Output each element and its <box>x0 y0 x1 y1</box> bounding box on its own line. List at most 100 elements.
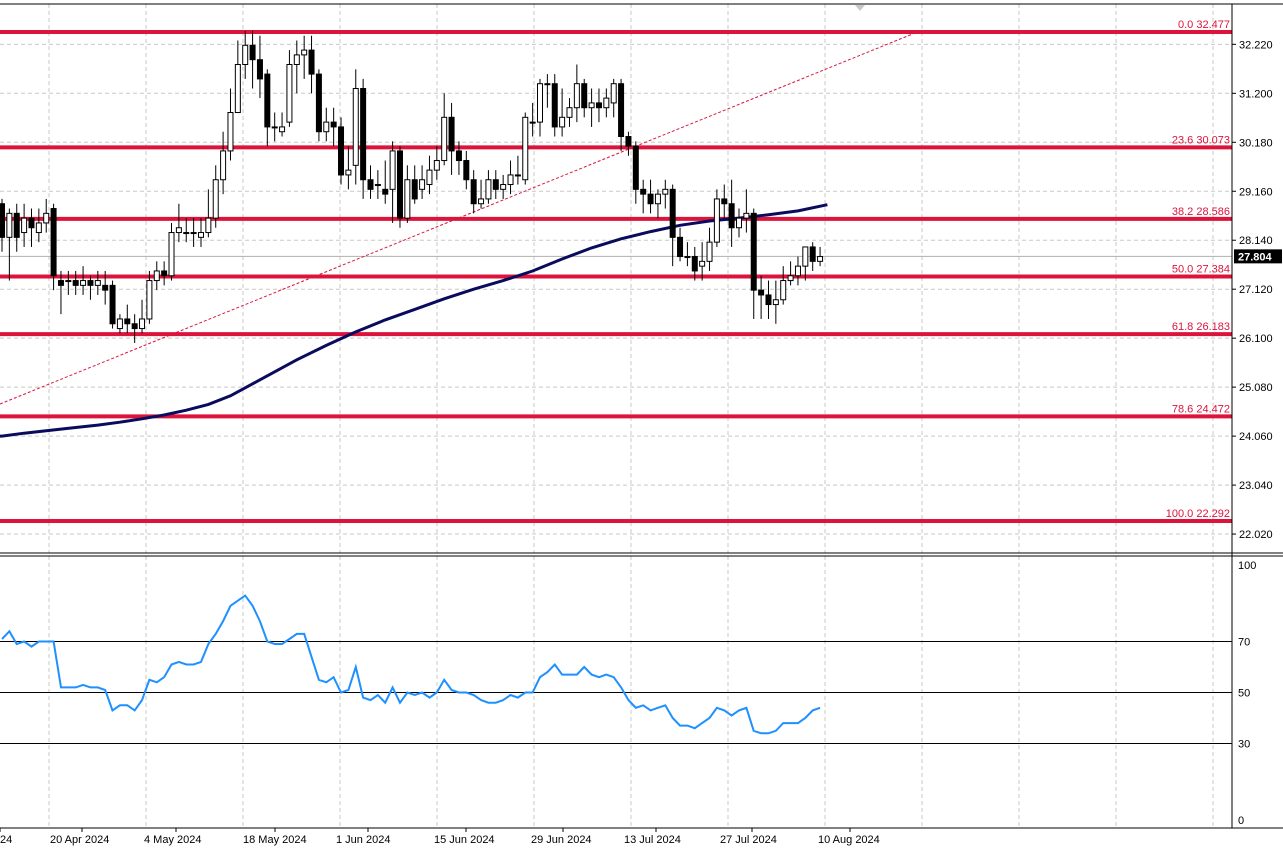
candle-body <box>212 179 219 219</box>
candle-body <box>728 203 735 229</box>
time-axis-label: 18 May 2024 <box>243 834 307 846</box>
candle-body <box>345 169 352 176</box>
moving-average-line <box>0 203 828 438</box>
candle-body <box>817 256 824 262</box>
candle-body <box>102 284 109 291</box>
candle-body <box>50 208 57 277</box>
current-price-tag: 27.804 <box>1234 249 1282 264</box>
price-axis: 32.220 31.200 30.180 29.160 28.140 27.120 26.1… <box>1232 39 1273 541</box>
candle-body <box>131 323 138 330</box>
price-axis-label: 23.040 <box>1239 480 1273 492</box>
candle-body <box>809 246 816 262</box>
candle-body <box>758 289 765 296</box>
candle-body <box>190 232 197 235</box>
candle-body <box>389 150 396 190</box>
candle-body <box>522 116 529 181</box>
fibonacci-level-label: 100.0 22.292 <box>1166 508 1230 520</box>
candle-body <box>485 179 492 200</box>
candle-body <box>684 256 691 259</box>
candle-body <box>551 83 558 128</box>
candles <box>0 30 824 343</box>
candle-body <box>544 83 551 86</box>
candle-body <box>234 64 241 114</box>
candle-body <box>640 188 647 195</box>
price-axis-label: 28.140 <box>1239 235 1273 247</box>
candle-body <box>13 212 20 238</box>
candle-body <box>566 107 573 118</box>
candle-body <box>787 275 794 282</box>
candle-body <box>35 222 42 234</box>
fibonacci-level-label: 23.6 30.073 <box>1172 134 1230 146</box>
candle-body <box>242 44 249 66</box>
candle-body <box>116 318 123 330</box>
candle-body <box>21 217 28 234</box>
candle-body <box>352 88 359 166</box>
candle-body <box>448 116 455 152</box>
candle-body <box>573 83 580 109</box>
candle-body <box>94 280 101 286</box>
price-axis-label: 24.060 <box>1239 431 1273 443</box>
candle-body <box>441 116 448 162</box>
candle-body <box>514 174 521 177</box>
price-axis-label: 22.020 <box>1239 529 1273 541</box>
candle-body <box>293 54 300 66</box>
candle-body <box>256 59 263 80</box>
fibonacci-level-label: 38.2 28.586 <box>1172 206 1230 218</box>
candle-body <box>315 73 322 133</box>
candle-body <box>411 179 418 200</box>
price-axis-label: 27.120 <box>1239 284 1273 296</box>
time-axis-label: 15 Jun 2024 <box>434 834 495 846</box>
candle-body <box>338 126 345 176</box>
time-axis-label: 24 <box>0 834 12 846</box>
candle-body <box>286 64 293 123</box>
candle-body <box>109 284 116 325</box>
candle-body <box>279 126 286 133</box>
candle-body <box>721 198 728 205</box>
candle-body <box>0 203 5 238</box>
candle-body <box>264 73 271 128</box>
candle-body <box>537 83 544 123</box>
candle-body <box>308 49 315 75</box>
candle-body <box>153 270 160 282</box>
candle-body <box>794 265 801 277</box>
time-axis: 24 20 Apr 2024 4 May 2024 18 May 2024 1 Jun … <box>0 828 880 846</box>
candle-body <box>28 217 35 229</box>
candle-body <box>662 188 669 195</box>
candle-body <box>433 160 440 171</box>
time-axis-label: 10 Aug 2024 <box>818 834 880 846</box>
candle-body <box>197 232 204 238</box>
fibonacci-level-label: 61.8 26.183 <box>1172 321 1230 333</box>
candle-body <box>478 198 485 205</box>
candle-body <box>6 212 13 238</box>
fibonacci-level-label: 0.0 32.477 <box>1178 19 1230 31</box>
price-axis-label: 31.200 <box>1239 88 1273 100</box>
fibonacci-level-label: 50.0 27.384 <box>1172 264 1230 276</box>
candle-body <box>677 236 684 258</box>
candle-body <box>595 102 602 109</box>
current-price-label: 27.804 <box>1238 251 1273 263</box>
candle-body <box>426 169 433 186</box>
candle-body <box>396 150 403 219</box>
candle-body <box>669 188 676 238</box>
candle-body <box>330 121 337 128</box>
candle-body <box>43 212 50 224</box>
candle-body <box>205 217 212 234</box>
candle-body <box>65 280 72 283</box>
candle-body <box>463 160 470 181</box>
time-axis-label: 4 May 2024 <box>144 834 201 846</box>
rsi-line <box>1 594 821 735</box>
chart-shift-marker-icon[interactable] <box>855 5 865 11</box>
candle-body <box>183 232 190 235</box>
candle-body <box>736 217 742 229</box>
candle-body <box>220 150 227 181</box>
candle-body <box>772 299 779 306</box>
rsi-axis: 100 70 50 30 0 <box>1235 560 1256 827</box>
candle-body <box>625 136 632 147</box>
price-axis-label: 32.220 <box>1239 39 1273 51</box>
candle-body <box>323 121 330 133</box>
candle-body <box>610 83 617 104</box>
candle-body <box>618 83 625 138</box>
candle-body <box>80 280 87 286</box>
candle-body <box>507 174 514 186</box>
time-axis-label: 29 Jun 2024 <box>531 834 592 846</box>
